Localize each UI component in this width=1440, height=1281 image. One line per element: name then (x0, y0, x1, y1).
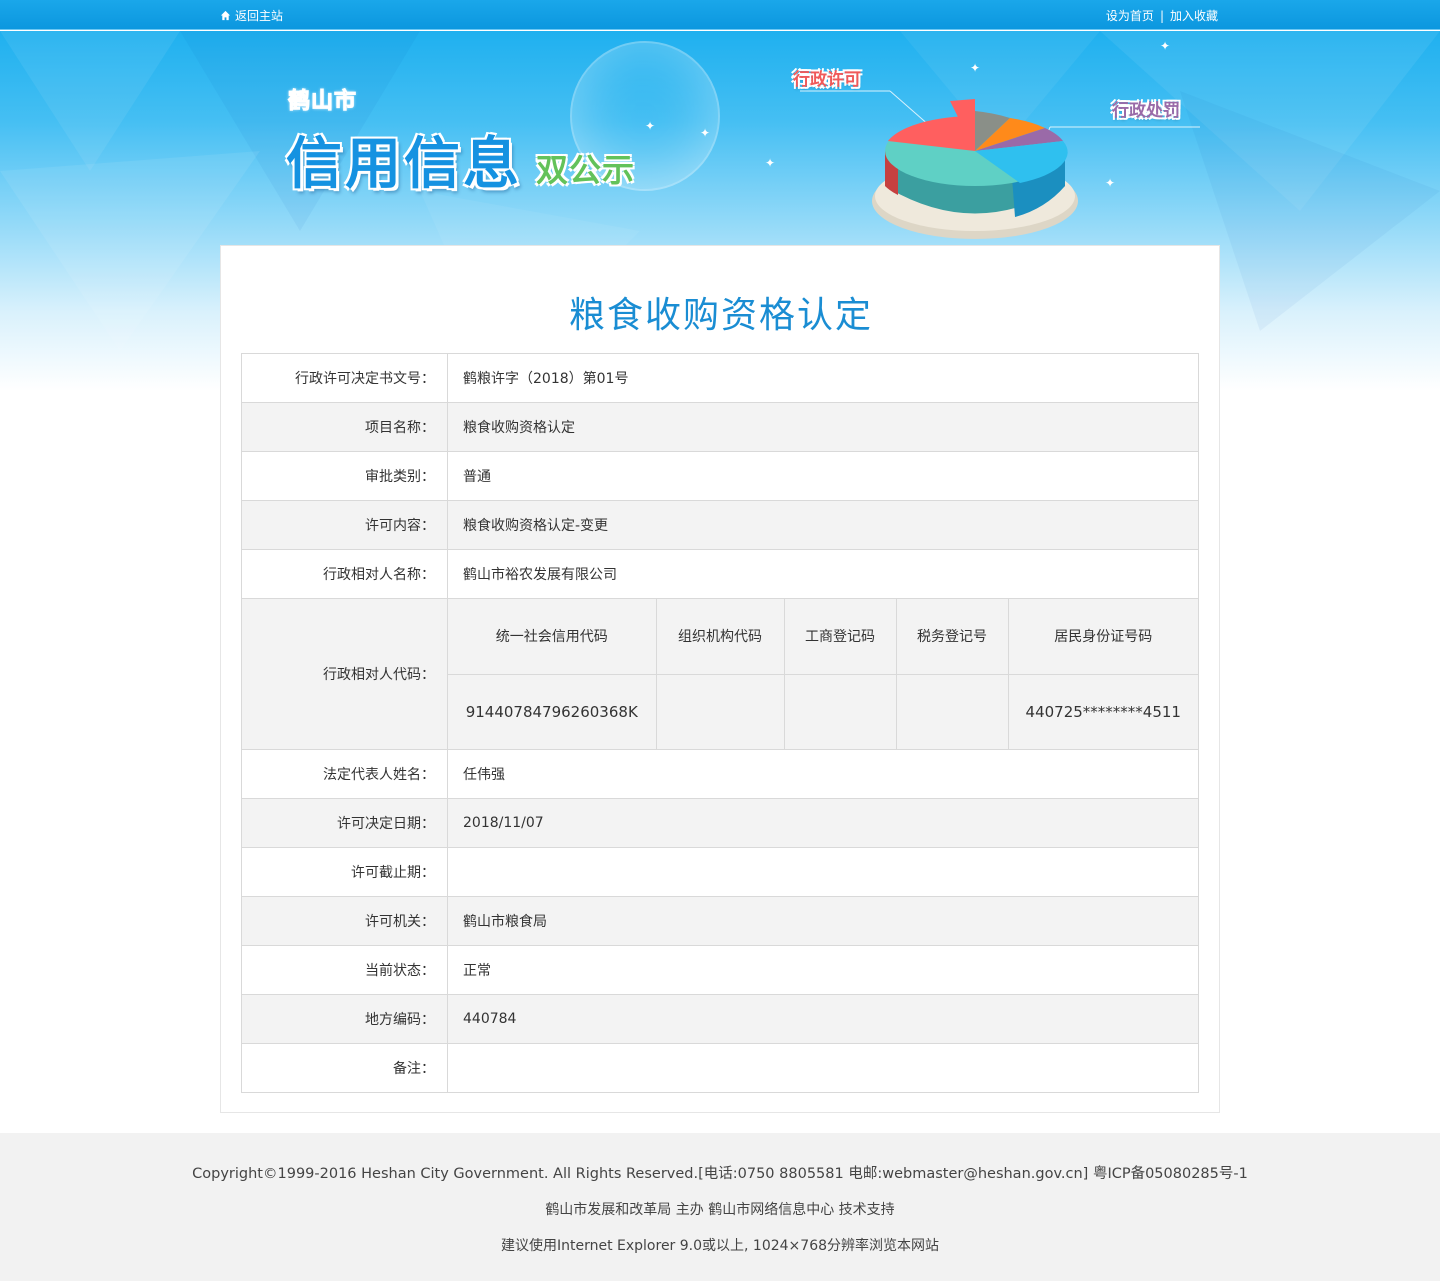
row-label: 地方编码： (241, 994, 448, 1044)
sparkle-icon: ✦ (700, 126, 711, 140)
table-row: 地方编码： 440784 (241, 994, 1199, 1044)
codes-value (895, 674, 1008, 749)
logo-subtitle: 双公示 (536, 151, 636, 189)
row-label: 行政许可决定书文号： (241, 353, 448, 403)
codes-value: 440725********4511 (1007, 674, 1198, 749)
codes-grid: 统一社会信用代码 组织机构代码 工商登记码 税务登记号 居民身份证号码 9144… (448, 599, 1198, 749)
codes-header-row: 统一社会信用代码 组织机构代码 工商登记码 税务登记号 居民身份证号码 (448, 599, 1198, 675)
table-row: 项目名称： 粮食收购资格认定 (241, 402, 1199, 452)
codes-header: 统一社会信用代码 (448, 599, 656, 675)
link-separator: | (1159, 9, 1164, 23)
table-row: 行政许可决定书文号： 鹤粮许字（2018）第01号 (241, 353, 1199, 403)
table-row: 审批类别： 普通 (241, 451, 1199, 501)
table-row: 当前状态： 正常 (241, 945, 1199, 995)
codes-value (655, 674, 784, 749)
row-label: 审批类别： (241, 451, 448, 501)
row-label: 行政相对人名称： (241, 549, 448, 599)
codes-value (783, 674, 896, 749)
table-row: 许可内容： 粮食收购资格认定-变更 (241, 500, 1199, 550)
back-link-label: 返回主站 (235, 9, 284, 23)
sparkle-icon: ✦ (970, 61, 981, 75)
table-row: 行政相对人名称： 鹤山市裕农发展有限公司 (241, 549, 1199, 599)
page-title: 粮食收购资格认定 (568, 295, 873, 336)
row-label: 许可内容： (241, 500, 448, 550)
footer: Copyright©1999-2016 Heshan City Governme… (0, 1133, 1440, 1281)
row-value: 普通 (447, 451, 1199, 501)
detail-panel: 粮食收购资格认定 行政许可决定书文号： 鹤粮许字（2018）第01号 项目名称：… (220, 245, 1220, 1113)
codes-header: 居民身份证号码 (1007, 599, 1198, 675)
row-label: 项目名称： (241, 402, 448, 452)
row-label: 备注： (241, 1043, 448, 1093)
logo-title: 信用信息 (286, 132, 522, 197)
row-value: 2018/11/07 (447, 798, 1199, 848)
table-row: 许可机关： 鹤山市粮食局 (241, 896, 1199, 946)
set-homepage-link[interactable]: 设为首页 (1106, 9, 1154, 23)
pie-chart-graphic (872, 99, 1078, 239)
codes-value-row: 91440784796260368K 440725********4511 (448, 674, 1198, 749)
footer-organizer: 鹤山市发展和改革局 主办 鹤山市网络信息中心 技术支持 (545, 1202, 895, 1218)
row-label: 法定代表人姓名： (241, 749, 448, 799)
row-value: 鹤粮许字（2018）第01号 (447, 353, 1199, 403)
row-label: 行政相对人代码： (241, 598, 448, 750)
row-value: 鹤山市粮食局 (447, 896, 1199, 946)
home-icon (220, 10, 231, 21)
codes-header: 工商登记码 (783, 599, 896, 675)
codes-cell: 统一社会信用代码 组织机构代码 工商登记码 税务登记号 居民身份证号码 9144… (447, 598, 1199, 750)
row-label: 许可截止期： (241, 847, 448, 897)
table-row: 许可截止期： (241, 847, 1199, 897)
row-value: 任伟强 (447, 749, 1199, 799)
sparkle-icon: ✦ (645, 119, 656, 133)
back-to-main-site-link[interactable]: 返回主站 (220, 7, 283, 24)
top-bar: 返回主站 设为首页 | 加入收藏 (0, 0, 1440, 30)
table-row-codes: 行政相对人代码： 统一社会信用代码 组织机构代码 工商登记码 税务登记号 居民身… (241, 598, 1199, 750)
row-label: 许可决定日期： (241, 798, 448, 848)
row-value (447, 847, 1199, 897)
table-row: 备注： (241, 1043, 1199, 1093)
row-value: 鹤山市裕农发展有限公司 (447, 549, 1199, 599)
codes-header: 组织机构代码 (655, 599, 784, 675)
detail-table: 行政许可决定书文号： 鹤粮许字（2018）第01号 项目名称： 粮食收购资格认定… (241, 353, 1199, 1093)
logo-city: 鹤山市 (287, 89, 358, 115)
table-row: 法定代表人姓名： 任伟强 (241, 749, 1199, 799)
top-right-links: 设为首页 | 加入收藏 (1106, 7, 1218, 24)
row-value: 440784 (447, 994, 1199, 1044)
row-value: 正常 (447, 945, 1199, 995)
sparkle-icon: ✦ (1160, 39, 1171, 53)
codes-header: 税务登记号 (895, 599, 1008, 675)
row-value (447, 1043, 1199, 1093)
footer-copyright: Copyright©1999-2016 Heshan City Governme… (192, 1166, 1248, 1182)
codes-value: 91440784796260368K (448, 674, 656, 749)
row-value: 粮食收购资格认定 (447, 402, 1199, 452)
row-label: 当前状态： (241, 945, 448, 995)
row-value: 粮食收购资格认定-变更 (447, 500, 1199, 550)
add-bookmark-link[interactable]: 加入收藏 (1170, 9, 1218, 23)
row-label: 许可机关： (241, 896, 448, 946)
footer-browser-note: 建议使用Internet Explorer 9.0或以上, 1024×768分辨… (500, 1238, 940, 1254)
table-row: 许可决定日期： 2018/11/07 (241, 798, 1199, 848)
sparkle-icon: ✦ (765, 156, 776, 170)
